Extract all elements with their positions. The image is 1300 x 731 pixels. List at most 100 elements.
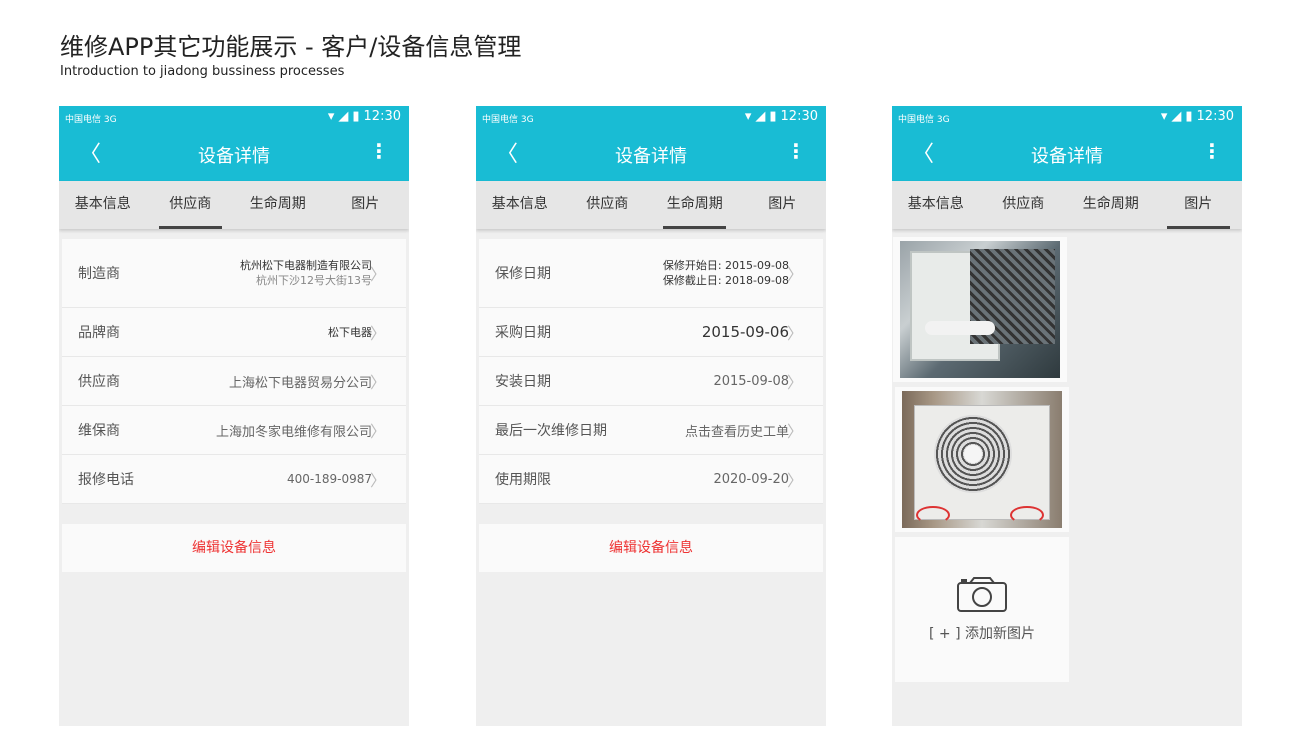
photo-shape [916,506,950,524]
row-label: 制造商 [78,266,120,282]
row-repair-phone[interactable]: 报修电话 400-189-0987 〉 [62,455,406,504]
row-label: 维保商 [78,423,120,439]
app-bar: 中国电信 3G ▾ ◢ ▮ 12:30 〈 设备详情 ⋮ [892,106,1242,181]
page-title: 维修APP其它功能展示 - 客户/设备信息管理 [60,33,522,61]
battery-icon: ▮ [1185,109,1193,124]
tab-basic-info[interactable]: 基本信息 [476,181,564,229]
status-time: 12:30 [1196,109,1234,124]
chevron-right-icon: 〉 [786,265,803,284]
row-value: 2015-09-06 [701,323,789,341]
screen-title: 设备详情 [615,146,687,167]
signal-icon: ◢ [338,109,349,124]
signal-icon: ◢ [755,109,766,124]
tab-images[interactable]: 图片 [739,181,827,229]
row-brand[interactable]: 品牌商 松下电器 〉 [62,308,406,357]
row-value: 杭州松下电器制造有限公司杭州下沙12号大街13号 [120,258,386,288]
image-thumbnail[interactable] [895,387,1069,532]
tab-bar: 基本信息 供应商 生命周期 图片 [59,181,409,229]
tab-basic-info[interactable]: 基本信息 [59,181,147,229]
status-bar: 中国电信 3G ▾ ◢ ▮ 12:30 [59,106,409,130]
add-image-label: [ + ] 添加新图片 [928,625,1035,642]
carrier-label: 中国电信 3G [482,115,534,125]
page-heading: 维修APP其它功能展示 - 客户/设备信息管理 Introduction to … [60,30,521,80]
page-subtitle: Introduction to jiadong bussiness proces… [60,64,345,79]
camera-icon [957,576,1007,612]
tab-supplier[interactable]: 供应商 [564,181,652,229]
tab-bar: 基本信息 供应商 生命周期 图片 [476,181,826,229]
row-value: 保修开始日: 2015-09-08 保修截止日: 2018-09-08 [551,258,803,288]
tab-images[interactable]: 图片 [1155,181,1243,229]
manufacturer-address: 杭州下沙12号大街13号 [256,274,372,287]
row-value: 400-189-0987 [286,472,372,486]
detail-list: 制造商 杭州松下电器制造有限公司杭州下沙12号大街13号 〉 品牌商 松下电器 … [62,239,406,504]
signal-icon: ◢ [1171,109,1182,124]
title-bar: 〈 设备详情 ⋮ [59,130,409,181]
chevron-right-icon: 〉 [369,265,386,284]
warranty-start: 保修开始日: 2015-09-08 [662,259,789,272]
more-menu-icon[interactable]: ⋮ [369,139,389,163]
carrier-label: 中国电信 3G [898,115,950,125]
battery-icon: ▮ [769,109,777,124]
phone-screen-supplier: 中国电信 3G ▾ ◢ ▮ 12:30 〈 设备详情 ⋮ 基本信息 供应商 生命周期 … [59,106,409,726]
edit-device-button[interactable]: 编辑设备信息 [479,524,823,572]
chevron-right-icon: 〉 [369,471,386,490]
phone-screen-images: 中国电信 3G ▾ ◢ ▮ 12:30 〈 设备详情 ⋮ 基本信息 供应商 生命周期 … [892,106,1242,726]
row-label: 采购日期 [495,325,551,341]
chevron-right-icon: 〉 [786,373,803,392]
row-label: 保修日期 [495,266,551,282]
add-image-button[interactable]: [ + ] 添加新图片 [895,537,1069,682]
row-service-life[interactable]: 使用期限 2020-09-20 〉 [479,455,823,504]
phone-screen-lifecycle: 中国电信 3G ▾ ◢ ▮ 12:30 〈 设备详情 ⋮ 基本信息 供应商 生命周期 … [476,106,826,726]
status-bar: 中国电信 3G ▾ ◢ ▮ 12:30 [476,106,826,130]
status-icons: ▾ ◢ ▮ 12:30 [324,109,401,124]
wifi-icon: ▾ [327,109,335,124]
row-supplier[interactable]: 供应商 上海松下电器贸易分公司 〉 [62,357,406,406]
tab-lifecycle[interactable]: 生命周期 [1067,181,1155,229]
status-icons: ▾ ◢ ▮ 12:30 [741,109,818,124]
chevron-right-icon: 〉 [786,471,803,490]
row-label: 安装日期 [495,374,551,390]
row-manufacturer[interactable]: 制造商 杭州松下电器制造有限公司杭州下沙12号大街13号 〉 [62,239,406,308]
row-label: 报修电话 [78,472,134,488]
photo-shape [925,321,995,335]
tab-basic-info[interactable]: 基本信息 [892,181,980,229]
wifi-icon: ▾ [744,109,752,124]
row-label: 供应商 [78,374,120,390]
chevron-right-icon: 〉 [786,324,803,343]
image-grid: [ + ] 添加新图片 [892,229,1242,687]
tab-supplier[interactable]: 供应商 [147,181,235,229]
manufacturer-name: 杭州松下电器制造有限公司 [240,259,372,272]
row-value: 2015-09-08 [713,373,789,389]
warranty-end: 保修截止日: 2018-09-08 [662,274,789,287]
more-menu-icon[interactable]: ⋮ [1202,139,1222,163]
chevron-right-icon: 〉 [369,373,386,392]
edit-device-button[interactable]: 编辑设备信息 [62,524,406,572]
image-thumbnail[interactable] [893,237,1067,382]
status-time: 12:30 [780,109,818,124]
chevron-right-icon: 〉 [786,422,803,441]
row-value: 上海松下电器贸易分公司 [228,375,372,391]
status-bar: 中国电信 3G ▾ ◢ ▮ 12:30 [892,106,1242,130]
tab-lifecycle[interactable]: 生命周期 [651,181,739,229]
status-time: 12:30 [363,109,401,124]
carrier-label: 中国电信 3G [65,115,117,125]
row-warranty-date[interactable]: 保修日期 保修开始日: 2015-09-08 保修截止日: 2018-09-08 … [479,239,823,308]
tab-images[interactable]: 图片 [322,181,410,229]
more-menu-icon[interactable]: ⋮ [786,139,806,163]
chevron-right-icon: 〉 [369,422,386,441]
app-bar: 中国电信 3G ▾ ◢ ▮ 12:30 〈 设备详情 ⋮ [476,106,826,181]
tab-bar: 基本信息 供应商 生命周期 图片 [892,181,1242,229]
row-purchase-date[interactable]: 采购日期 2015-09-06 〉 [479,308,823,357]
tab-supplier[interactable]: 供应商 [980,181,1068,229]
row-maintainer[interactable]: 维保商 上海加冬家电维修有限公司 〉 [62,406,406,455]
screen-title: 设备详情 [198,146,270,167]
app-bar: 中国电信 3G ▾ ◢ ▮ 12:30 〈 设备详情 ⋮ [59,106,409,181]
ac-unit-photo-front [902,391,1062,528]
row-value: 2020-09-20 [713,471,789,487]
tab-lifecycle[interactable]: 生命周期 [234,181,322,229]
battery-icon: ▮ [352,109,360,124]
row-install-date[interactable]: 安装日期 2015-09-08 〉 [479,357,823,406]
row-last-repair-date[interactable]: 最后一次维修日期 点击查看历史工单 〉 [479,406,823,455]
photo-shape [1010,506,1044,524]
row-label: 使用期限 [495,472,551,488]
